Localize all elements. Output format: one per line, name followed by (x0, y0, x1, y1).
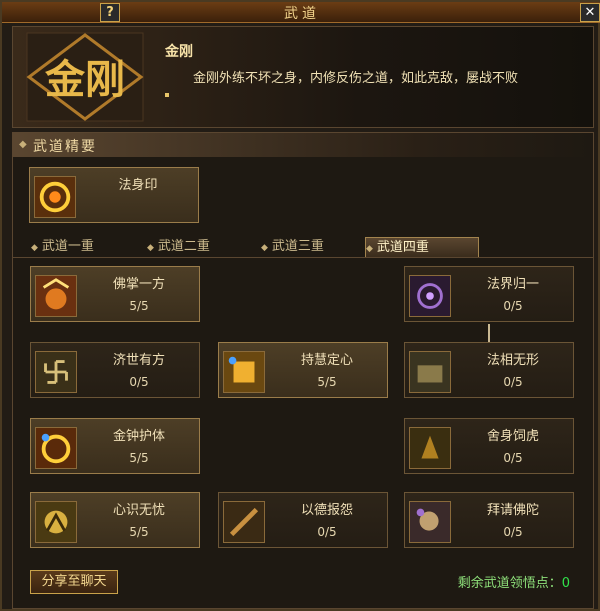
tab-tier-3[interactable]: ◆ 武道三重 (261, 237, 373, 256)
skill-level: 0/5 (503, 525, 523, 539)
skill-description: 金刚外练不坏之身，内修反伤之道，如此克敌，屡战不败 (193, 71, 519, 86)
skill-level: 0/5 (503, 375, 523, 389)
golden-sigil-icon (34, 176, 76, 218)
dharma-realm-icon (409, 275, 451, 317)
skill-name-label: 法界归一 (486, 277, 539, 292)
skill-card[interactable]: 金钟护体 5/5 (30, 418, 200, 474)
pray-buddha-icon (409, 501, 451, 543)
skill-header: 金刚 金刚 金刚外练不坏之身，内修反伤之道，如此克敌，屡战不败 (12, 26, 594, 128)
skill-name-label: 持慧定心 (300, 353, 353, 368)
wudao-window: ? 武道 ✕ 金刚 金刚 金刚外练不坏之身，内修反伤之道，如此克敌，屡战不败 ◆… (0, 0, 600, 611)
skill-level: 0/5 (503, 451, 523, 465)
skill-card[interactable]: 心识无忧 5/5 (30, 492, 200, 548)
essence-skill[interactable]: 法身印 (29, 167, 199, 223)
skill-level: 0/5 (129, 375, 149, 389)
skill-card[interactable]: 佛掌一方 5/5 (30, 266, 200, 322)
skill-card[interactable]: 以德报怨 0/5 (218, 492, 388, 548)
tab-tier-1[interactable]: ◆ 武道一重 (31, 237, 143, 256)
remaining-points-value: 0 (561, 576, 570, 591)
share-to-chat-button[interactable]: 分享至聊天 (30, 570, 118, 594)
tab-tier-4[interactable]: ◆ 武道四重 (365, 237, 479, 257)
skill-name-label: 法相无形 (486, 353, 539, 368)
jingang-emblem-icon: 金刚 (26, 32, 144, 122)
section-header: ◆ 武道精要 (13, 133, 593, 157)
skill-name-label: 拜请佛陀 (486, 503, 539, 518)
skill-name-label: 法身印 (118, 178, 158, 193)
skill-level: 5/5 (129, 525, 149, 539)
diamond-icon: ◆ (19, 139, 27, 150)
skill-name-label: 舍身饲虎 (486, 429, 539, 444)
close-button[interactable]: ✕ (580, 3, 600, 22)
skill-name: 金刚 (165, 44, 193, 60)
wisdom-icon (223, 351, 265, 393)
skill-level: 5/5 (317, 375, 337, 389)
window-title: 武道 (284, 6, 320, 22)
skill-card[interactable]: 济世有方 0/5 (30, 342, 200, 398)
remaining-points: 剩余武道领悟点：0 (458, 572, 570, 591)
emblem-text: 金刚 (44, 56, 125, 103)
skill-card[interactable]: 舍身饲虎 0/5 (404, 418, 574, 474)
sacrifice-icon (409, 427, 451, 469)
skill-card[interactable]: 拜请佛陀 0/5 (404, 492, 574, 548)
skill-name-label: 金钟护体 (112, 429, 165, 444)
dharma-form-icon (409, 351, 451, 393)
tier-tabs: ◆ 武道一重 ◆ 武道二重 ◆ 武道三重 ◆ 武道四重 (13, 235, 593, 258)
skill-level: 0/5 (503, 299, 523, 313)
skill-card[interactable]: 法相无形 0/5 (404, 342, 574, 398)
skill-connector (488, 324, 490, 344)
skill-card[interactable]: 法界归一 0/5 (404, 266, 574, 322)
skill-level: 5/5 (129, 451, 149, 465)
remaining-points-label: 剩余武道领悟点： (457, 576, 562, 591)
tab-tier-2[interactable]: ◆ 武道二重 (147, 237, 259, 256)
bullet-dot (165, 93, 169, 97)
golden-bell-icon (35, 427, 77, 469)
section-title: 武道精要 (33, 139, 97, 155)
mind-icon (35, 501, 77, 543)
skill-name-label: 心识无忧 (112, 503, 165, 518)
skill-name-label: 济世有方 (112, 353, 165, 368)
skill-name-label: 以德报怨 (300, 503, 353, 518)
buddha-palm-icon (35, 275, 77, 317)
virtue-icon (223, 501, 265, 543)
skill-level: 5/5 (129, 299, 149, 313)
swastika-icon (35, 351, 77, 393)
skill-card[interactable]: 持慧定心 5/5 (218, 342, 388, 398)
title-bar[interactable]: ? 武道 ✕ (2, 2, 600, 23)
skill-name-label: 佛掌一方 (112, 277, 165, 292)
skill-level: 0/5 (317, 525, 337, 539)
